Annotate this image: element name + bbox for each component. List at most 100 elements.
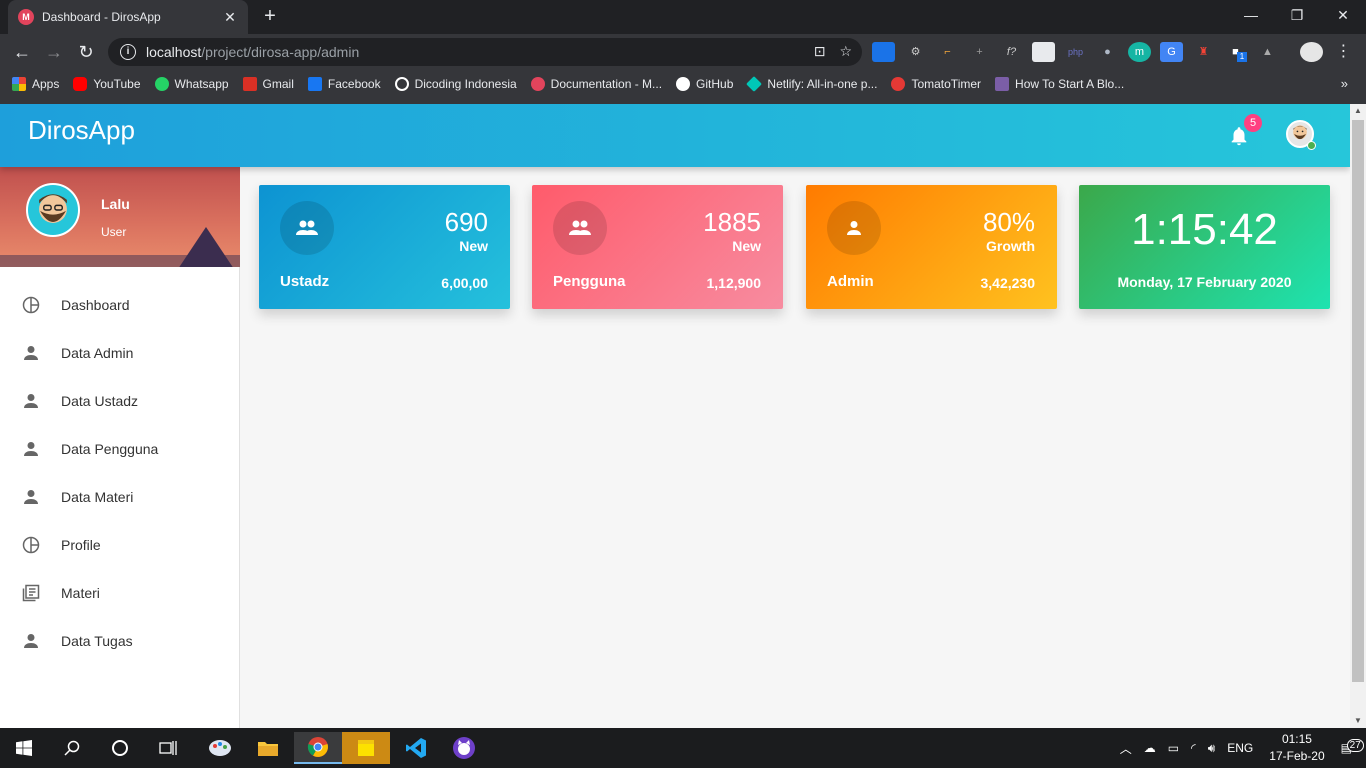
task-view-icon[interactable] xyxy=(144,732,192,764)
sidebar-item-label: Dashboard xyxy=(61,297,130,313)
search-icon[interactable] xyxy=(48,732,96,764)
battery-icon[interactable]: ▭ xyxy=(1168,741,1179,755)
bookmark-blog[interactable]: How To Start A Blo... xyxy=(995,77,1124,91)
bookmarks-overflow-icon[interactable]: » xyxy=(1341,76,1348,91)
language-indicator[interactable]: ENG xyxy=(1227,741,1253,755)
person-icon xyxy=(827,201,881,255)
close-window-button[interactable]: ✕ xyxy=(1320,0,1366,30)
scroll-down-icon[interactable]: ▼ xyxy=(1350,714,1366,728)
bookmark-youtube[interactable]: YouTube xyxy=(73,77,141,91)
extension-icon[interactable]: ■ 1 xyxy=(1224,42,1247,62)
stat-total: 3,42,230 xyxy=(980,275,1036,291)
sidebar-avatar[interactable] xyxy=(26,183,80,237)
sidebar-item-label: Data Admin xyxy=(61,345,134,361)
close-tab-icon[interactable]: ✕ xyxy=(222,9,238,26)
bookmark-apps[interactable]: Apps xyxy=(12,77,59,91)
gmail-icon xyxy=(242,77,257,91)
file-explorer-icon[interactable] xyxy=(244,732,292,764)
address-row: ← → ↻ i localhost/project/dirosa-app/adm… xyxy=(0,34,1366,70)
bookmark-label: Facebook xyxy=(327,77,381,91)
paint-app-icon[interactable] xyxy=(196,732,244,764)
bookmark-documentation[interactable]: Documentation - M... xyxy=(530,77,662,91)
font-extension-icon[interactable]: f? xyxy=(1000,42,1023,62)
sidebar-item-data-tugas[interactable]: Data Tugas xyxy=(0,617,239,665)
dicoding-icon xyxy=(394,77,409,91)
sidebar-item-data-admin[interactable]: Data Admin xyxy=(0,329,239,377)
notification-badge: 5 xyxy=(1244,114,1262,132)
bookmark-label: How To Start A Blo... xyxy=(1015,77,1125,91)
bookmark-whatsapp[interactable]: Whatsapp xyxy=(154,77,229,91)
vscode-icon[interactable] xyxy=(392,732,440,764)
forward-button[interactable]: → xyxy=(42,40,66,64)
action-center-icon[interactable]: ▤ 27 xyxy=(1341,739,1364,755)
php-extension-icon[interactable]: php xyxy=(1064,42,1087,62)
bookmark-label: Dicoding Indonesia xyxy=(414,77,517,91)
scroll-up-icon[interactable]: ▲ xyxy=(1350,104,1366,118)
bookmark-label: Apps xyxy=(32,77,60,91)
app-favicon-icon: M xyxy=(18,9,34,25)
sidebar-user-name[interactable]: Lalu xyxy=(101,196,130,212)
volume-icon[interactable]: 🔊︎ xyxy=(1208,741,1216,756)
github-desktop-icon[interactable] xyxy=(440,732,488,764)
stat-sub: Growth xyxy=(986,238,1035,254)
sidebar-item-profile[interactable]: Profile xyxy=(0,521,239,569)
app-brand[interactable]: DirosApp xyxy=(28,115,135,146)
clock-date: Monday, 17 February 2020 xyxy=(1117,274,1292,290)
app-header: DirosApp 5 xyxy=(0,104,1350,167)
bookmark-star-icon[interactable]: ☆ xyxy=(839,43,852,60)
bookmark-netlify[interactable]: Netlify: All-in-one p... xyxy=(746,76,877,92)
extension-icon[interactable]: ⌐ xyxy=(936,42,959,62)
chevron-up-icon[interactable]: ︿ xyxy=(1120,740,1132,757)
minimize-button[interactable]: — xyxy=(1228,0,1274,30)
extension-icon[interactable]: ♜ xyxy=(1192,42,1215,62)
drive-extension-icon[interactable]: ▲ xyxy=(1256,42,1279,62)
restore-button[interactable]: ❐ xyxy=(1274,0,1320,30)
sidebar-item-dashboard[interactable]: Dashboard xyxy=(0,281,239,329)
browser-tab[interactable]: M Dashboard - DirosApp ✕ xyxy=(8,0,248,34)
sidebar-user-role: User xyxy=(101,225,127,239)
stat-label: Pengguna xyxy=(553,273,626,290)
taskbar-clock[interactable]: 01:15 17-Feb-20 xyxy=(1269,731,1324,765)
sidebar-item-materi[interactable]: Materi xyxy=(0,569,239,617)
extension-icon[interactable]: ● xyxy=(1096,42,1119,62)
tab-title: Dashboard - DirosApp xyxy=(42,10,161,24)
stat-card-pengguna[interactable]: 1885 New Pengguna 1,12,900 xyxy=(532,185,783,309)
menu-kebab-icon[interactable]: ⋮ xyxy=(1332,42,1355,62)
bookmark-tomatotimer[interactable]: TomatoTimer xyxy=(891,77,981,91)
bookmark-facebook[interactable]: Facebook xyxy=(307,77,381,91)
sidebar: Lalu User Dashboard Data Admin Data Usta… xyxy=(0,167,240,728)
onedrive-icon[interactable]: ☁ xyxy=(1144,741,1156,755)
site-info-icon[interactable]: i xyxy=(120,44,136,60)
sidebar-item-data-pengguna[interactable]: Data Pengguna xyxy=(0,425,239,473)
page-scrollbar[interactable]: ▲ ▼ xyxy=(1350,104,1366,728)
stat-card-ustadz[interactable]: 690 New Ustadz 6,00,00 xyxy=(259,185,510,309)
bookmark-dicoding[interactable]: Dicoding Indonesia xyxy=(394,77,517,91)
extension-icon[interactable] xyxy=(1032,42,1055,62)
new-tab-button[interactable]: + xyxy=(258,4,282,28)
extension-icon[interactable]: + xyxy=(968,42,991,62)
back-button[interactable]: ← xyxy=(10,40,34,64)
extension-icon[interactable] xyxy=(872,42,895,62)
sidebar-item-data-ustadz[interactable]: Data Ustadz xyxy=(0,377,239,425)
gear-extension-icon[interactable]: ⚙ xyxy=(904,42,927,62)
taskbar-time: 01:15 xyxy=(1281,732,1312,746)
sticky-notes-icon[interactable] xyxy=(342,732,390,764)
bookmark-github[interactable]: GitHub xyxy=(676,77,733,91)
clock-card: 1:15:42 Monday, 17 February 2020 xyxy=(1079,185,1330,309)
profile-avatar-icon[interactable] xyxy=(1300,42,1323,62)
translate-icon[interactable]: ⊡ xyxy=(814,43,826,60)
sidebar-item-data-materi[interactable]: Data Materi xyxy=(0,473,239,521)
extension-icon[interactable]: m xyxy=(1128,42,1151,62)
sidebar-item-label: Data Ustadz xyxy=(61,393,139,409)
cortana-icon[interactable] xyxy=(96,732,144,764)
chrome-taskbar-icon[interactable] xyxy=(294,732,342,764)
wifi-icon[interactable]: ◜ xyxy=(1191,741,1196,755)
stat-card-admin[interactable]: 80% Growth Admin 3,42,230 xyxy=(806,185,1057,309)
windows-start-icon[interactable] xyxy=(0,732,48,764)
bookmark-gmail[interactable]: Gmail xyxy=(242,77,294,91)
address-bar[interactable]: i localhost/project/dirosa-app/admin ⊡ ☆ xyxy=(108,38,862,66)
reload-button[interactable]: ↻ xyxy=(74,40,98,64)
translate-extension-icon[interactable]: G xyxy=(1160,42,1183,62)
scrollbar-thumb[interactable] xyxy=(1352,120,1364,682)
bookmark-label: Gmail xyxy=(262,77,294,91)
